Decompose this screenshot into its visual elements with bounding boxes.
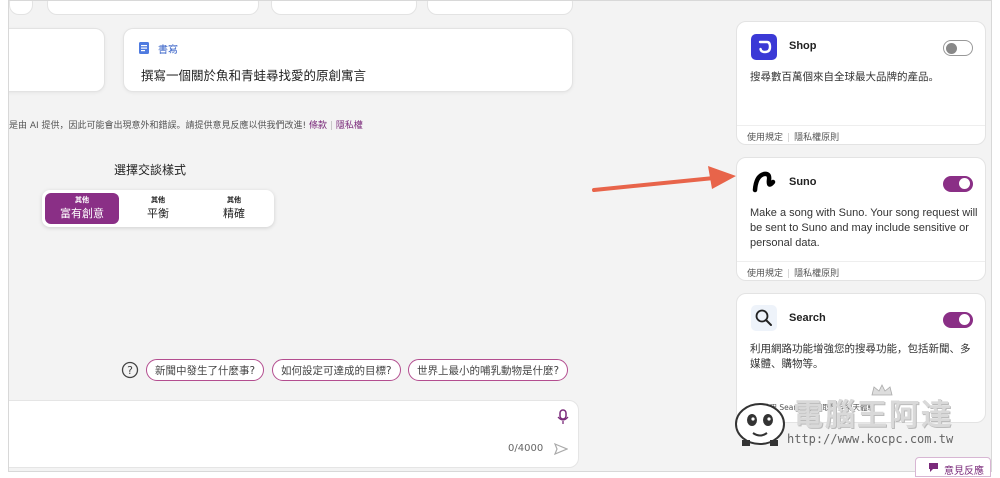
divider: | <box>329 121 333 131</box>
search-icon <box>751 305 777 331</box>
prompt-card-left[interactable] <box>9 28 105 92</box>
suggestion-chip[interactable]: 新聞中發生了什麼事? <box>146 359 265 381</box>
terms-link[interactable]: 使用規定 <box>747 269 783 279</box>
plugin-name: Suno <box>789 176 817 188</box>
prompt-card-top-4[interactable] <box>427 1 573 15</box>
annotation-arrow <box>592 166 736 192</box>
microphone-icon[interactable] <box>556 409 570 425</box>
prompt-text: 撰寫一個關於魚和青蛙尋找愛的原創寓言 <box>141 68 367 83</box>
style-option-precise[interactable]: 其他 精確 <box>197 193 271 224</box>
document-icon <box>139 42 149 54</box>
prompt-category-label: 書寫 <box>158 45 178 56</box>
send-icon[interactable] <box>554 443 568 455</box>
watermark-url: http://www.kocpc.com.tw <box>787 432 954 446</box>
mascot-logo <box>735 403 785 446</box>
plugin-card-suno: Suno Make a song with Suno. Your song re… <box>736 157 986 281</box>
plugin-description: 利用網路功能增強您的搜尋功能，包括新聞、多媒體、購物等。 <box>750 343 971 370</box>
suno-icon <box>751 168 777 194</box>
toggle-knob <box>959 178 970 189</box>
watermark-title: 電腦王阿達 <box>793 398 953 433</box>
plugin-toggle[interactable] <box>943 40 973 56</box>
style-picker: 其他 富有創意 其他 平衡 其他 精確 <box>42 190 274 227</box>
privacy-link[interactable]: 隱私權原則 <box>794 133 839 143</box>
disclaimer: 是由 AI 提供，因此可能會出現意外和錯誤。請提供意見反應以供我們改進! 條款 … <box>9 118 363 131</box>
character-counter: 0/4000 <box>508 443 544 454</box>
app-window: 書寫 撰寫一個關於魚和青蛙尋找愛的原創寓言 是由 AI 提供，因此可能會出現意外… <box>8 0 992 472</box>
style-picker-title: 選擇交談樣式 <box>114 163 187 177</box>
toggle-knob <box>946 42 957 54</box>
prompt-card-top-1[interactable] <box>9 1 33 15</box>
divider: | <box>787 269 791 279</box>
plugin-name: Shop <box>789 40 817 52</box>
help-icon[interactable]: ? <box>121 361 139 379</box>
plugin-description: 搜尋數百萬個來自全球最大品牌的產品。 <box>750 71 939 83</box>
prompt-card-compose[interactable]: 書寫 撰寫一個關於魚和青蛙尋找愛的原創寓言 <box>123 28 573 92</box>
style-option-label: 精確 <box>223 207 245 220</box>
chat-input[interactable]: 0/4000 <box>9 400 579 468</box>
style-option-more: 其他 <box>227 196 241 204</box>
terms-link[interactable]: 條款 <box>309 121 327 131</box>
suggestion-chip[interactable]: 世界上最小的哺乳動物是什麼? <box>408 359 569 381</box>
prompt-card-top-3[interactable] <box>271 1 417 15</box>
plugin-description: Make a song with Suno. Your song request… <box>750 207 978 249</box>
plugin-toggle[interactable] <box>943 176 973 192</box>
feedback-icon <box>929 463 938 472</box>
svg-text:?: ? <box>127 364 133 377</box>
feedback-label: 意見反應 <box>944 466 984 477</box>
suggestion-chip[interactable]: 如何設定可達成的目標? <box>272 359 401 381</box>
plugin-name: Search <box>789 312 826 324</box>
watermark: 電腦王阿達 http://www.kocpc.com.tw <box>731 384 981 454</box>
divider: | <box>787 133 791 143</box>
toggle-knob <box>959 314 970 325</box>
terms-link[interactable]: 使用規定 <box>747 133 783 143</box>
prompt-card-top-2[interactable] <box>47 1 259 15</box>
plugin-footer: 使用規定 | 隱私權原則 <box>737 125 985 145</box>
style-option-label: 富有創意 <box>60 207 104 220</box>
style-option-balanced[interactable]: 其他 平衡 <box>121 193 195 224</box>
plugin-footer: 使用規定 | 隱私權原則 <box>737 261 985 281</box>
privacy-link[interactable]: 隱私權 <box>336 121 363 131</box>
style-option-creative[interactable]: 其他 富有創意 <box>45 193 119 224</box>
feedback-button[interactable]: 意見反應 <box>915 457 991 477</box>
style-option-more: 其他 <box>151 196 165 204</box>
style-option-more: 其他 <box>75 196 89 204</box>
plugin-card-shop: Shop 搜尋數百萬個來自全球最大品牌的產品。 使用規定 | 隱私權原則 <box>736 21 986 145</box>
privacy-link[interactable]: 隱私權原則 <box>794 269 839 279</box>
style-option-label: 平衡 <box>147 207 169 220</box>
plugin-toggle[interactable] <box>943 312 973 328</box>
disclaimer-text: 是由 AI 提供，因此可能會出現意外和錯誤。請提供意見反應以供我們改進! <box>9 121 307 131</box>
shop-icon <box>751 34 777 60</box>
